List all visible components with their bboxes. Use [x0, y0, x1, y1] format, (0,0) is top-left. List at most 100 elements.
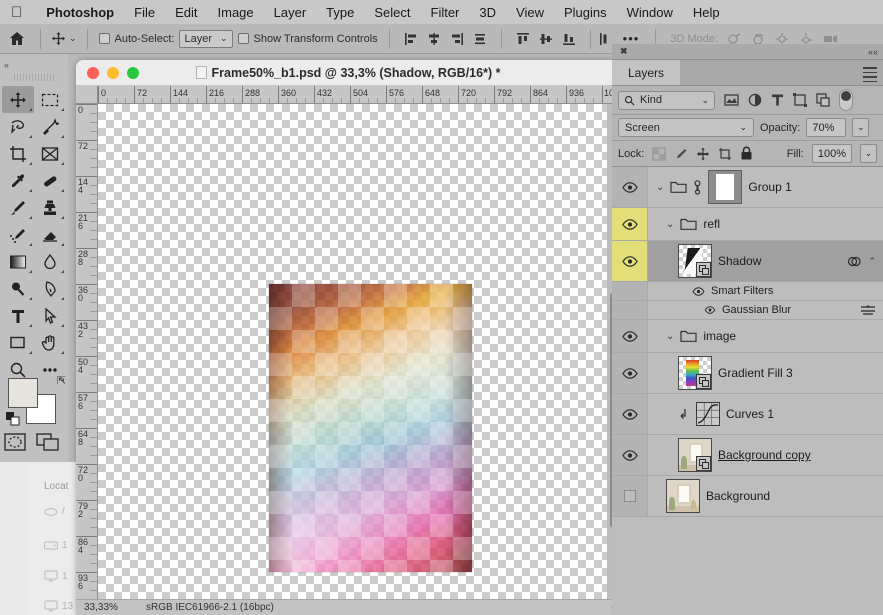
- default-colors-icon[interactable]: [6, 412, 20, 431]
- opacity-input[interactable]: 70%: [806, 118, 846, 137]
- chevron-down-icon[interactable]: ⌄: [666, 331, 674, 342]
- eraser-tool[interactable]: [34, 221, 66, 248]
- smart-filter-indicator-icon[interactable]: [847, 255, 862, 268]
- layer-name[interactable]: Group 1: [748, 180, 791, 194]
- lock-all-icon[interactable]: [740, 146, 753, 161]
- layer-name[interactable]: Shadow: [718, 254, 761, 268]
- menu-item-type[interactable]: Type: [316, 5, 364, 20]
- menu-item-help[interactable]: Help: [683, 5, 730, 20]
- horizontal-ruler[interactable]: 0 72 144 216 288 360 432 504 576 648 720…: [98, 86, 620, 104]
- blur-tool[interactable]: [34, 248, 66, 275]
- spot-healing-brush-tool[interactable]: [34, 167, 66, 194]
- blend-mode-dropdown[interactable]: Screen ⌄: [618, 118, 754, 137]
- smart-filters-label[interactable]: Smart Filters: [711, 285, 773, 297]
- type-tool[interactable]: [2, 302, 34, 329]
- table-row[interactable]: ⌄ Group 1: [612, 167, 883, 208]
- hand-tool[interactable]: [34, 329, 66, 356]
- distribute-vertical-icon[interactable]: [599, 32, 613, 46]
- table-row[interactable]: Background copy: [612, 435, 883, 476]
- fill-input[interactable]: 100%: [812, 144, 852, 163]
- filter-smart-object-icon[interactable]: [816, 93, 830, 107]
- auto-select-checkbox[interactable]: [99, 33, 110, 44]
- layer-thumbnail[interactable]: [678, 438, 712, 472]
- filter-shape-icon[interactable]: [793, 93, 807, 107]
- canvas[interactable]: [98, 104, 620, 615]
- artwork-layer[interactable]: [269, 284, 472, 572]
- document-titlebar[interactable]: Frame50%_b1.psd @ 33,3% (Shadow, RGB/16*…: [76, 60, 620, 86]
- zoom-level[interactable]: 33,33%: [76, 602, 146, 613]
- distribute-horizontal-icon[interactable]: [473, 32, 487, 46]
- menu-item-select[interactable]: Select: [364, 5, 420, 20]
- layer-visibility-toggle[interactable]: [612, 320, 648, 352]
- filter-enable-toggle[interactable]: [839, 89, 853, 111]
- apple-logo-icon[interactable]: : [0, 5, 36, 20]
- layer-visibility-toggle[interactable]: [612, 435, 648, 475]
- lock-position-icon[interactable]: [696, 147, 710, 161]
- layer-visibility-toggle[interactable]: [612, 476, 648, 516]
- align-top-edges-icon[interactable]: [516, 32, 530, 46]
- group-mask-thumbnail[interactable]: [708, 170, 742, 204]
- brush-tool[interactable]: [2, 194, 34, 221]
- layer-thumbnail[interactable]: [678, 244, 712, 278]
- table-row[interactable]: Gradient Fill 3: [612, 353, 883, 394]
- eye-icon[interactable]: [704, 306, 716, 314]
- collapse-panels-icon[interactable]: ««: [868, 47, 883, 57]
- menu-item-image[interactable]: Image: [208, 5, 264, 20]
- panel-menu-icon[interactable]: [863, 67, 877, 85]
- layer-name[interactable]: Background copy: [718, 448, 811, 462]
- filter-blending-options-icon[interactable]: [860, 304, 876, 317]
- show-transform-controls-group[interactable]: Show Transform Controls: [233, 33, 383, 45]
- chevron-down-icon[interactable]: ⌄: [656, 182, 664, 193]
- layer-visibility-toggle[interactable]: [612, 241, 648, 281]
- finder-item-computer[interactable]: 1: [44, 570, 68, 582]
- layer-visibility-toggle[interactable]: [612, 208, 648, 240]
- align-horizontal-centers-icon[interactable]: [427, 32, 441, 46]
- ruler-corner[interactable]: [76, 86, 98, 104]
- chevron-down-icon[interactable]: ⌄: [666, 219, 674, 230]
- tab-layers[interactable]: Layers: [612, 60, 680, 85]
- lock-transparent-pixels-icon[interactable]: [652, 147, 666, 161]
- menu-item-layer[interactable]: Layer: [264, 5, 317, 20]
- layer-name[interactable]: Gradient Fill 3: [718, 366, 793, 380]
- show-transform-checkbox[interactable]: [238, 33, 249, 44]
- screen-mode-icon[interactable]: [36, 432, 60, 452]
- finder-item-computer-2[interactable]: 13: [44, 600, 73, 612]
- layer-thumbnail[interactable]: [666, 479, 700, 513]
- filter-pixel-icon[interactable]: [724, 93, 739, 107]
- layer-visibility-toggle[interactable]: [612, 167, 648, 207]
- menu-item-edit[interactable]: Edit: [165, 5, 207, 20]
- rectangle-tool[interactable]: [2, 329, 34, 356]
- table-row[interactable]: Shadow ⌃: [612, 241, 883, 282]
- collapse-chevron-icon[interactable]: ⌃: [868, 256, 876, 267]
- dodge-tool[interactable]: [2, 275, 34, 302]
- home-icon[interactable]: [0, 31, 34, 46]
- align-right-edges-icon[interactable]: [450, 32, 464, 46]
- table-row[interactable]: Curves 1: [612, 394, 883, 435]
- fill-stepper[interactable]: ⌄: [860, 144, 877, 163]
- table-row[interactable]: Gaussian Blur: [612, 301, 883, 320]
- finder-item-drive[interactable]: 1: [44, 540, 68, 551]
- layer-thumbnail[interactable]: [678, 356, 712, 390]
- quick-mask-icon[interactable]: [4, 432, 26, 452]
- menu-item-3d[interactable]: 3D: [469, 5, 506, 20]
- table-row[interactable]: ⌄ image: [612, 320, 883, 353]
- menu-item-file[interactable]: File: [124, 5, 165, 20]
- lasso-tool[interactable]: [2, 113, 34, 140]
- layer-visibility-toggle[interactable]: [612, 353, 648, 393]
- smart-filter-name[interactable]: Gaussian Blur: [722, 304, 791, 316]
- table-row[interactable]: ⌄ refl: [612, 208, 883, 241]
- object-selection-tool[interactable]: [34, 113, 66, 140]
- table-row[interactable]: Background: [612, 476, 883, 517]
- layer-name[interactable]: Curves 1: [726, 407, 774, 421]
- history-brush-tool[interactable]: [2, 221, 34, 248]
- swap-colors-icon[interactable]: ⇱: [57, 374, 66, 387]
- close-icon[interactable]: ✖: [612, 46, 628, 57]
- filter-type-icon[interactable]: [771, 93, 784, 107]
- eye-icon[interactable]: [692, 287, 705, 296]
- menu-item-plugins[interactable]: Plugins: [554, 5, 617, 20]
- filter-adjustment-icon[interactable]: [748, 93, 762, 107]
- path-selection-tool[interactable]: [34, 302, 66, 329]
- vertical-ruler[interactable]: 0 72 144 216 288 360 432 504 576 648 720…: [76, 104, 98, 615]
- curves-adjustment-icon[interactable]: [696, 402, 720, 426]
- pen-tool[interactable]: [34, 275, 66, 302]
